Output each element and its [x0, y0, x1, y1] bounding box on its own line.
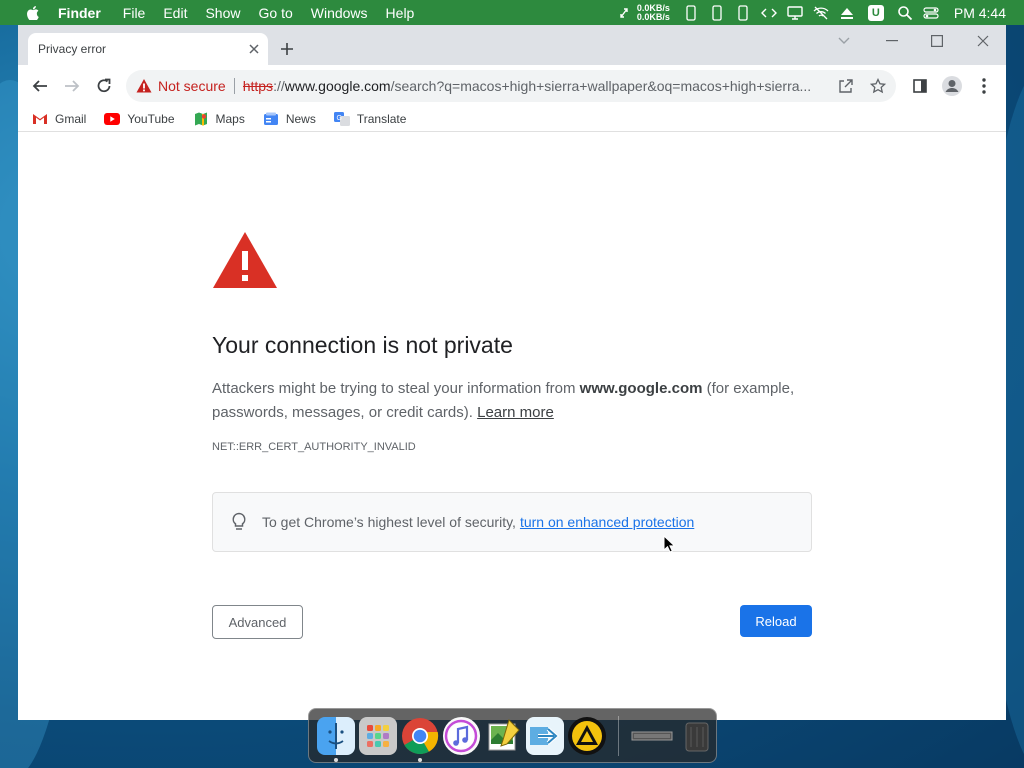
bookmark-youtube[interactable]: YouTube: [104, 112, 175, 126]
eject-icon[interactable]: [839, 5, 855, 21]
lightbulb-icon: [232, 512, 246, 530]
reload-button[interactable]: Reload: [740, 605, 812, 637]
menu-extras: 0.0KB/s 0.0KB/s U PM 4:44: [611, 0, 1024, 25]
tab-title: Privacy error: [38, 42, 107, 56]
dock-separator: [617, 715, 619, 756]
forward-button[interactable]: [60, 74, 84, 98]
translate-icon: G: [333, 112, 350, 126]
address-bar[interactable]: Not secure https://www.google.com/search…: [126, 70, 896, 102]
url-scheme: https: [242, 78, 274, 94]
network-speed[interactable]: 0.0KB/s 0.0KB/s: [636, 3, 670, 22]
bookmark-star-icon[interactable]: [870, 78, 886, 94]
apple-icon[interactable]: [22, 5, 44, 20]
minimize-button[interactable]: [878, 31, 906, 51]
dock-migration-icon[interactable]: [526, 716, 564, 755]
advanced-button[interactable]: Advanced: [212, 605, 303, 639]
dock-minimized-window-icon[interactable]: [631, 717, 675, 755]
bookmark-label: Gmail: [55, 112, 87, 126]
control-center-icon[interactable]: [923, 5, 939, 21]
bookmark-label: Translate: [356, 112, 407, 126]
maps-icon: [193, 112, 209, 126]
error-description-start: Attackers might be trying to steal your …: [212, 380, 580, 397]
url-text[interactable]: https://www.google.com/search?q=macos+hi…: [243, 78, 825, 94]
back-button[interactable]: [28, 74, 52, 98]
tab-search-icon[interactable]: [830, 31, 858, 51]
url-host: www.google.com: [284, 78, 391, 94]
profile-avatar-icon[interactable]: [940, 74, 964, 98]
not-secure-label[interactable]: Not secure: [158, 78, 226, 94]
tip-text: To get Chrome’s highest level of securit…: [262, 514, 694, 530]
network-download-speed: 0.0KB/s: [636, 11, 670, 22]
tab-strip: Privacy error: [18, 25, 1006, 65]
chrome-menu-icon[interactable]: [972, 74, 996, 98]
gmail-icon: [32, 112, 48, 126]
reload-icon[interactable]: [92, 74, 116, 98]
dock-chrome-icon[interactable]: [401, 717, 439, 762]
enhanced-protection-link[interactable]: turn on enhanced protection: [520, 514, 694, 530]
running-indicator: [334, 757, 338, 762]
menu-help[interactable]: Help: [386, 5, 415, 21]
error-code[interactable]: NET::ERR_CERT_AUTHORITY_INVALID: [212, 441, 416, 453]
menu-show[interactable]: Show: [205, 5, 240, 21]
phone-icon[interactable]: [683, 4, 699, 21]
trash-icon[interactable]: [678, 717, 716, 755]
omnibox-divider: [233, 78, 235, 94]
enhanced-protection-tip: To get Chrome’s highest level of securit…: [212, 492, 812, 552]
code-arrows-icon[interactable]: [760, 5, 777, 21]
share-icon[interactable]: [838, 78, 854, 94]
dock-launchpad-icon[interactable]: [358, 716, 397, 755]
news-icon: [263, 112, 279, 126]
tip-message: To get Chrome’s highest level of securit…: [262, 514, 516, 530]
phone-icon[interactable]: [735, 4, 751, 21]
dock-itunes-icon[interactable]: [442, 716, 481, 755]
running-indicator: [417, 757, 422, 762]
bookmark-maps[interactable]: Maps: [193, 112, 245, 126]
new-tab-button[interactable]: [278, 40, 296, 58]
bookmark-label: Maps: [215, 112, 245, 126]
page-title: Your connection is not private: [212, 332, 513, 358]
mouse-cursor-icon: [663, 535, 675, 553]
error-host: www.google.com: [579, 380, 703, 397]
url-separator: ://: [273, 78, 285, 94]
wifi-off-icon[interactable]: [813, 5, 829, 21]
learn-more-link[interactable]: Learn more: [477, 404, 554, 421]
dock-transmit-icon[interactable]: [567, 716, 606, 755]
menu-file[interactable]: File: [123, 5, 146, 21]
u-app-icon[interactable]: U: [867, 4, 884, 21]
phone-icon[interactable]: [709, 4, 725, 21]
youtube-icon: [104, 112, 121, 126]
side-panel-icon[interactable]: [908, 74, 932, 98]
svg-text:G: G: [336, 115, 341, 122]
dock: [308, 708, 717, 763]
url-path: /search?q=macos+high+sierra+wallpaper&oq…: [390, 78, 812, 94]
maximize-button[interactable]: [923, 31, 951, 51]
browser-window: Privacy error Not secure https://www.goo…: [18, 25, 1006, 720]
menu-edit[interactable]: Edit: [163, 5, 187, 21]
browser-toolbar: Not secure https://www.google.com/search…: [18, 65, 1006, 107]
bookmark-news[interactable]: News: [263, 112, 316, 126]
search-icon[interactable]: [897, 5, 913, 21]
dock-finder-icon[interactable]: [317, 716, 355, 762]
privacy-error-page: Your connection is not private Attackers…: [18, 135, 1006, 720]
warning-triangle-icon: [213, 232, 277, 288]
arrows-icon[interactable]: [616, 5, 632, 21]
menu-go-to[interactable]: Go to: [259, 5, 293, 21]
menu-clock[interactable]: PM 4:44: [954, 5, 1006, 21]
error-description: Attackers might be trying to steal your …: [212, 377, 822, 425]
menu-bar: Finder File Edit Show Go to Windows Help…: [0, 0, 1024, 25]
bookmark-translate[interactable]: G Translate: [333, 112, 407, 126]
tab-privacy-error[interactable]: Privacy error: [28, 33, 268, 65]
bookmark-label: News: [285, 112, 316, 126]
bookmark-label: YouTube: [127, 112, 175, 126]
close-tab-icon[interactable]: [246, 41, 262, 57]
bookmarks-bar: Gmail YouTube Maps News G Translate: [18, 107, 1006, 132]
warning-icon[interactable]: [136, 78, 152, 94]
menu-windows[interactable]: Windows: [311, 5, 368, 21]
close-window-button[interactable]: [969, 31, 997, 51]
dock-preview-icon[interactable]: [484, 717, 522, 755]
menu-app-name[interactable]: Finder: [58, 5, 101, 21]
display-icon[interactable]: [787, 5, 803, 21]
bookmark-gmail[interactable]: Gmail: [32, 112, 86, 126]
